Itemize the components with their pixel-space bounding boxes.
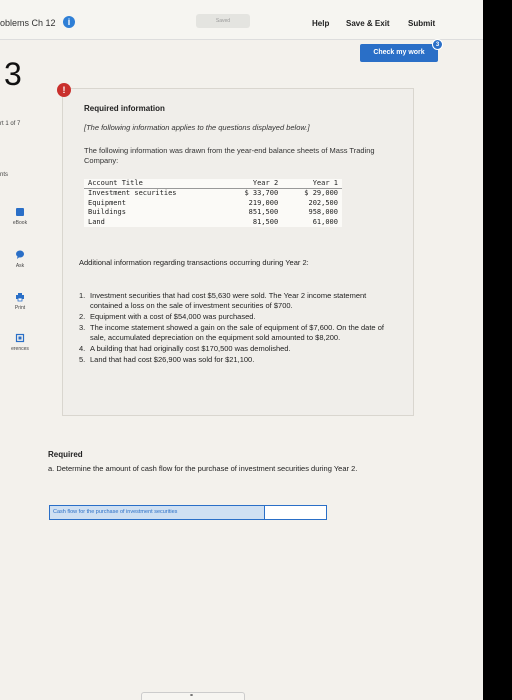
table-header-row: Account Title Year 2 Year 1 (84, 179, 342, 189)
table-row: Buildings 851,500 958,000 (84, 208, 342, 218)
top-bar: oblems Ch 12 i Saved Help Save & Exit Su… (0, 0, 483, 40)
column-header: Year 2 (222, 179, 283, 189)
panel-intro: The following information was drawn from… (84, 146, 375, 165)
transaction-text: A building that had originally cost $170… (90, 344, 291, 353)
window-edge (483, 0, 512, 700)
transaction-text: Investment securities that had cost $5,6… (90, 291, 367, 310)
balance-sheet-table: Account Title Year 2 Year 1 Investment s… (84, 179, 342, 227)
additional-info-heading: Additional information regarding transac… (79, 258, 309, 267)
print-icon (16, 293, 24, 302)
table-cell: 958,000 (308, 208, 338, 216)
table-cell: $ 33,700 (244, 189, 279, 197)
transaction-text: The income statement showed a gain on th… (90, 323, 384, 342)
list-item: 5. Land that had cost $26,900 was sold fo… (79, 355, 255, 364)
table-cell: 61,000 (312, 217, 338, 226)
table-row: Land 81,500 61,000 (84, 218, 342, 228)
check-work-count-badge: 3 (432, 39, 443, 50)
references-icon (15, 333, 25, 343)
cash-flow-input[interactable] (266, 506, 326, 519)
link-icon[interactable]: ⚭ (189, 692, 194, 699)
column-header: Year 1 (282, 179, 342, 189)
table-cell: Equipment (88, 198, 126, 207)
sidebar-item-ebook[interactable]: eBook (0, 207, 40, 226)
table-cell: $ 29,000 (304, 189, 338, 197)
sidebar-item-label: erences (11, 346, 29, 352)
help-button[interactable]: Help (312, 19, 329, 28)
table-cell: 202,500 (308, 198, 338, 207)
chat-icon (16, 250, 24, 259)
question-part: rt 1 of 7 (0, 121, 21, 127)
answer-label: Cash flow for the purchase of investment… (50, 506, 265, 519)
table-cell: 851,500 (248, 208, 279, 216)
list-item: 3. The income statement showed a gain on … (79, 323, 384, 342)
points-label: nts (0, 172, 9, 178)
table-row: Equipment 219,000 202,500 (84, 199, 342, 209)
table-cell: Investment securities (88, 189, 177, 197)
panel-heading: Required information (84, 104, 165, 113)
table-row: Investment securities $ 33,700 $ 29,000 (84, 189, 342, 199)
book-icon (16, 208, 24, 216)
table-cell: Land (88, 217, 105, 226)
question-number: 3 (4, 56, 22, 92)
save-exit-button[interactable]: Save & Exit (346, 19, 390, 28)
column-header: Account Title (84, 179, 223, 189)
transaction-text: Equipment with a cost of $54,000 was pur… (90, 312, 256, 321)
submit-button[interactable]: Submit (408, 19, 435, 28)
panel-note: [The following information applies to th… (84, 123, 310, 132)
alert-icon: ! (57, 83, 71, 97)
required-information-panel (62, 88, 414, 416)
table-cell: Buildings (88, 208, 126, 216)
list-item: 2. Equipment with a cost of $54,000 was p… (79, 312, 256, 321)
sidebar-item-references[interactable]: erences (0, 333, 40, 352)
transaction-text: Land that had cost $26,900 was sold for … (90, 355, 255, 364)
assignment-title: oblems Ch 12 (0, 18, 56, 28)
table-cell: 81,500 (252, 217, 279, 226)
info-icon[interactable]: i (63, 16, 75, 28)
list-item: 1. Investment securities that had cost $5… (79, 291, 367, 310)
saved-status: Saved (196, 14, 250, 28)
table-cell: 219,000 (248, 198, 279, 207)
required-question: a. Determine the amount of cash flow for… (48, 464, 358, 473)
sidebar-item-ask[interactable]: Ask (0, 250, 40, 269)
sidebar-item-label: Ask (15, 263, 25, 269)
list-item: 4. A building that had originally cost $1… (79, 344, 291, 353)
sidebar-item-label: Print (14, 305, 26, 311)
transactions-list: 1. Investment securities that had cost $5… (79, 291, 394, 366)
check-my-work-button[interactable]: Check my work (360, 44, 438, 62)
sidebar-item-label: eBook (12, 220, 28, 226)
required-heading: Required (48, 450, 83, 459)
answer-row: Cash flow for the purchase of investment… (49, 505, 327, 520)
sidebar-item-print[interactable]: Print (0, 292, 40, 311)
